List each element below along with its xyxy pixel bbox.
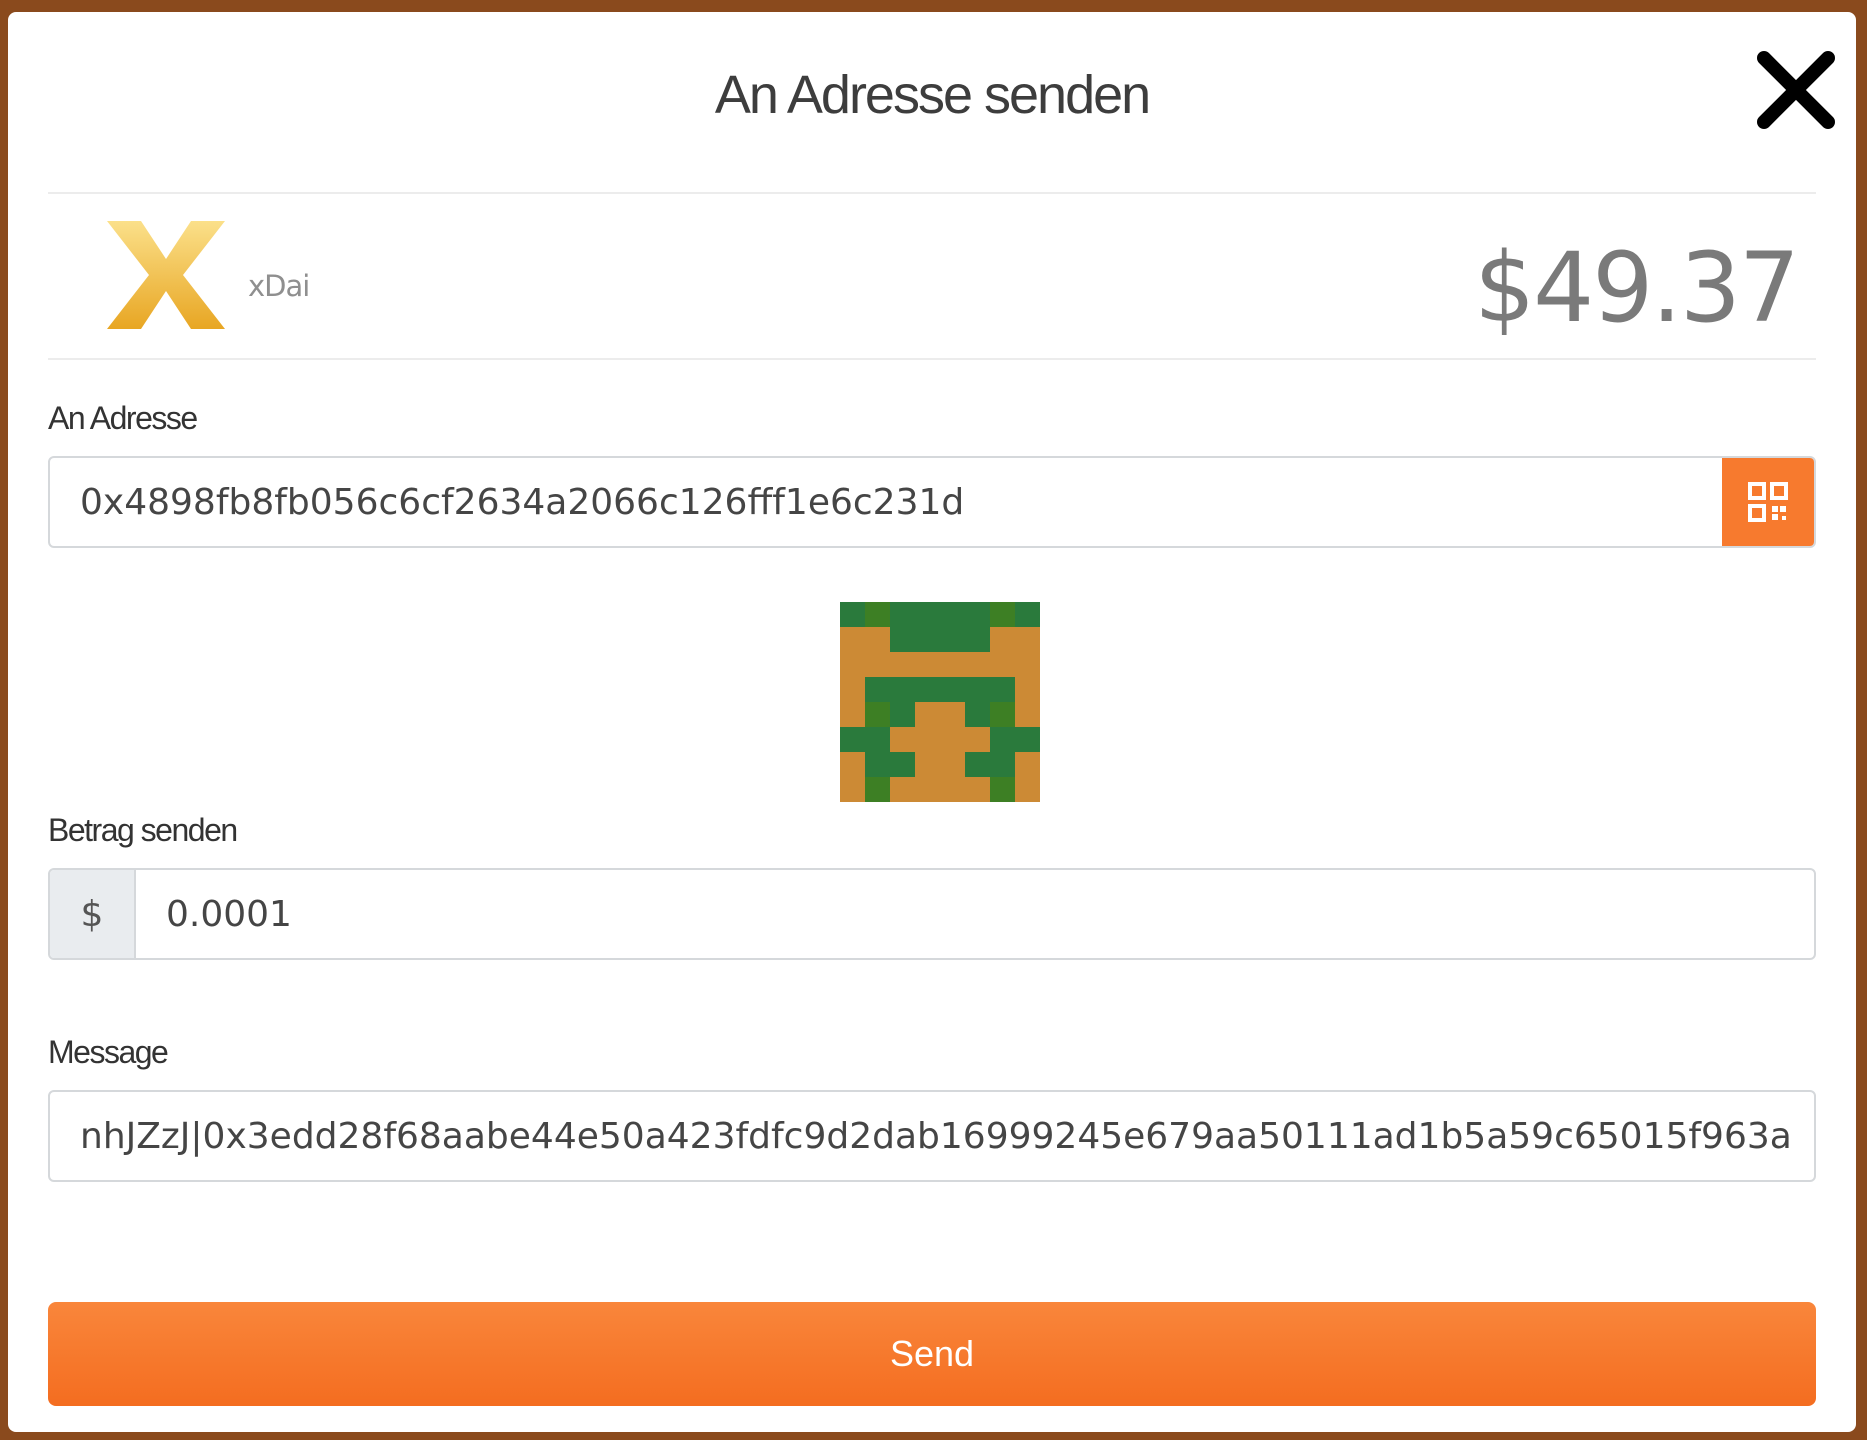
send-modal: An Adresse senden xDai $49.37 An Adresse: [8, 12, 1856, 1432]
header-divider: [48, 192, 1816, 194]
message-field: [48, 1090, 1816, 1182]
currency-prefix: $: [50, 870, 136, 958]
scan-qr-button[interactable]: [1722, 458, 1814, 546]
token-balance: $49.37: [1474, 232, 1800, 344]
close-icon[interactable]: [1752, 46, 1840, 134]
token-divider: [48, 358, 1816, 360]
message-label: Message: [48, 1034, 169, 1070]
qr-code-icon: [1748, 482, 1788, 522]
address-field: [48, 456, 1816, 548]
modal-title: An Adresse senden: [714, 65, 1151, 125]
address-input[interactable]: [80, 458, 1700, 546]
xdai-logo-icon: [103, 217, 229, 333]
token-name: xDai: [248, 269, 310, 303]
amount-input[interactable]: [166, 870, 1766, 958]
address-identicon: [840, 602, 1040, 802]
address-label: An Adresse: [48, 400, 198, 436]
message-input[interactable]: [80, 1092, 1790, 1180]
amount-field: $: [48, 868, 1816, 960]
amount-label: Betrag senden: [48, 812, 238, 848]
send-button[interactable]: Send: [48, 1302, 1816, 1406]
